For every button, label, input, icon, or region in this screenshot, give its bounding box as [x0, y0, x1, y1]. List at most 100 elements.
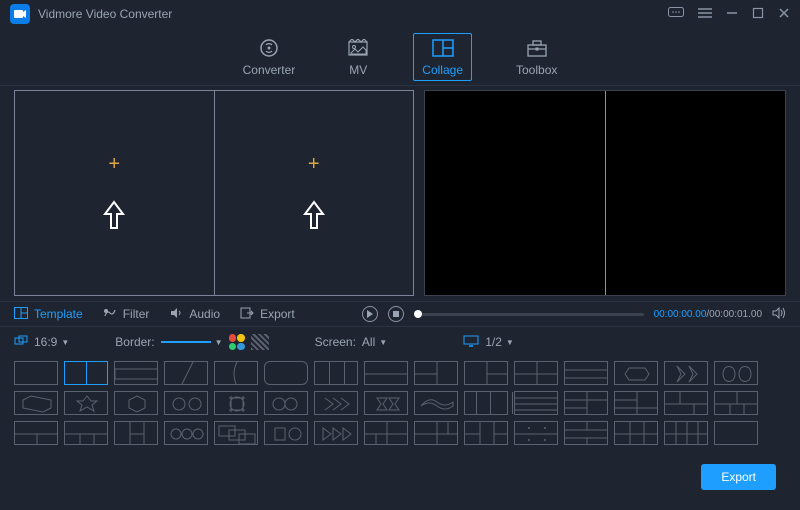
border-label: Border:: [115, 335, 154, 349]
tab-converter[interactable]: Converter: [235, 33, 304, 81]
border-style-dropdown[interactable]: ▼: [161, 338, 223, 347]
template-item[interactable]: [364, 421, 408, 445]
template-item[interactable]: [414, 361, 458, 385]
template-item[interactable]: [64, 391, 108, 415]
tab-toolbox[interactable]: Toolbox: [508, 33, 565, 81]
template-item[interactable]: [264, 361, 308, 385]
tab-label: Converter: [243, 63, 296, 77]
template-item[interactable]: [114, 391, 158, 415]
template-item[interactable]: [564, 421, 608, 445]
tab-collage[interactable]: Collage: [413, 33, 472, 81]
template-item[interactable]: [614, 421, 658, 445]
menu-icon[interactable]: [698, 7, 712, 22]
border-preview: [161, 341, 211, 343]
workspace: + +: [0, 86, 800, 301]
ratio-value: 16:9: [34, 335, 57, 349]
template-item[interactable]: [314, 361, 358, 385]
arrow-up-icon: [303, 200, 325, 233]
template-item[interactable]: [414, 391, 458, 415]
ratio-dropdown[interactable]: 16:9 ▼: [34, 335, 69, 349]
audio-icon: [169, 307, 183, 322]
template-item[interactable]: [614, 391, 658, 415]
template-item[interactable]: [514, 391, 558, 415]
template-item[interactable]: [664, 391, 708, 415]
stop-button[interactable]: [388, 306, 404, 322]
time-display: 00:00:00.00/00:00:01.00: [654, 309, 762, 320]
current-time: 00:00:00.00: [654, 309, 707, 320]
app-title: Vidmore Video Converter: [38, 7, 172, 21]
template-item[interactable]: [214, 361, 258, 385]
template-item[interactable]: [514, 421, 558, 445]
template-item[interactable]: [464, 361, 508, 385]
template-item[interactable]: [14, 361, 58, 385]
screen-value: All: [362, 335, 375, 349]
template-item[interactable]: [564, 391, 608, 415]
collage-slot-2[interactable]: +: [214, 91, 414, 295]
template-item[interactable]: [214, 421, 258, 445]
template-item[interactable]: [364, 391, 408, 415]
chevron-down-icon: ▼: [61, 338, 69, 347]
template-item[interactable]: [714, 361, 758, 385]
template-item[interactable]: [264, 421, 308, 445]
total-time: 00:00:01.00: [709, 309, 762, 320]
template-item[interactable]: [314, 391, 358, 415]
template-item[interactable]: [114, 361, 158, 385]
template-item[interactable]: [614, 361, 658, 385]
template-item[interactable]: [14, 421, 58, 445]
template-item[interactable]: [564, 361, 608, 385]
template-item[interactable]: [164, 391, 208, 415]
border-color-picker[interactable]: [229, 334, 245, 350]
toolbox-icon: [526, 37, 548, 59]
template-item[interactable]: [364, 361, 408, 385]
template-item[interactable]: [114, 421, 158, 445]
progress-handle[interactable]: [414, 310, 422, 318]
template-item[interactable]: [64, 421, 108, 445]
main-tabs: Converter MV Collage Toolbox: [0, 28, 800, 86]
chevron-down-icon: ▼: [506, 338, 514, 347]
template-item[interactable]: [164, 361, 208, 385]
template-item[interactable]: [464, 421, 508, 445]
template-item[interactable]: [14, 391, 58, 415]
template-item[interactable]: [214, 391, 258, 415]
template-item[interactable]: [264, 391, 308, 415]
volume-icon[interactable]: [772, 307, 786, 322]
template-grid: [0, 357, 800, 449]
progress-bar[interactable]: [414, 313, 644, 316]
collage-slot-1[interactable]: +: [15, 91, 214, 295]
template-item[interactable]: [414, 421, 458, 445]
play-button[interactable]: [362, 306, 378, 322]
template-item[interactable]: [314, 421, 358, 445]
ratio-icon: [14, 335, 28, 350]
page-dropdown[interactable]: 1/2 ▼: [485, 335, 514, 349]
maximize-icon[interactable]: [752, 7, 764, 22]
template-item[interactable]: [514, 361, 558, 385]
screen-dropdown[interactable]: All ▼: [362, 335, 387, 349]
chevron-down-icon: ▼: [379, 338, 387, 347]
filter-icon: [103, 307, 117, 322]
export-button[interactable]: Export: [701, 464, 776, 490]
mid-tab-template[interactable]: Template: [14, 307, 83, 322]
template-item[interactable]: [164, 421, 208, 445]
export-icon: [240, 307, 254, 322]
plus-icon: +: [108, 153, 120, 176]
template-item[interactable]: [714, 391, 758, 415]
tab-mv[interactable]: MV: [339, 33, 377, 81]
mid-tab-audio[interactable]: Audio: [169, 307, 220, 322]
tab-label: Audio: [189, 307, 220, 321]
titlebar: Vidmore Video Converter: [0, 0, 800, 28]
template-item[interactable]: [664, 421, 708, 445]
template-item[interactable]: [714, 421, 758, 445]
app-logo-icon: [10, 4, 30, 24]
mid-tab-export[interactable]: Export: [240, 307, 295, 322]
feedback-icon[interactable]: [668, 7, 684, 22]
template-item[interactable]: [464, 391, 508, 415]
collage-canvas: + +: [14, 90, 414, 296]
close-icon[interactable]: [778, 7, 790, 22]
template-item[interactable]: [64, 361, 108, 385]
mid-tab-filter[interactable]: Filter: [103, 307, 150, 322]
preview-slot-1: [425, 91, 605, 295]
template-item[interactable]: [664, 361, 708, 385]
minimize-icon[interactable]: [726, 7, 738, 22]
collage-icon: [432, 37, 454, 59]
border-pattern-picker[interactable]: [251, 334, 269, 350]
